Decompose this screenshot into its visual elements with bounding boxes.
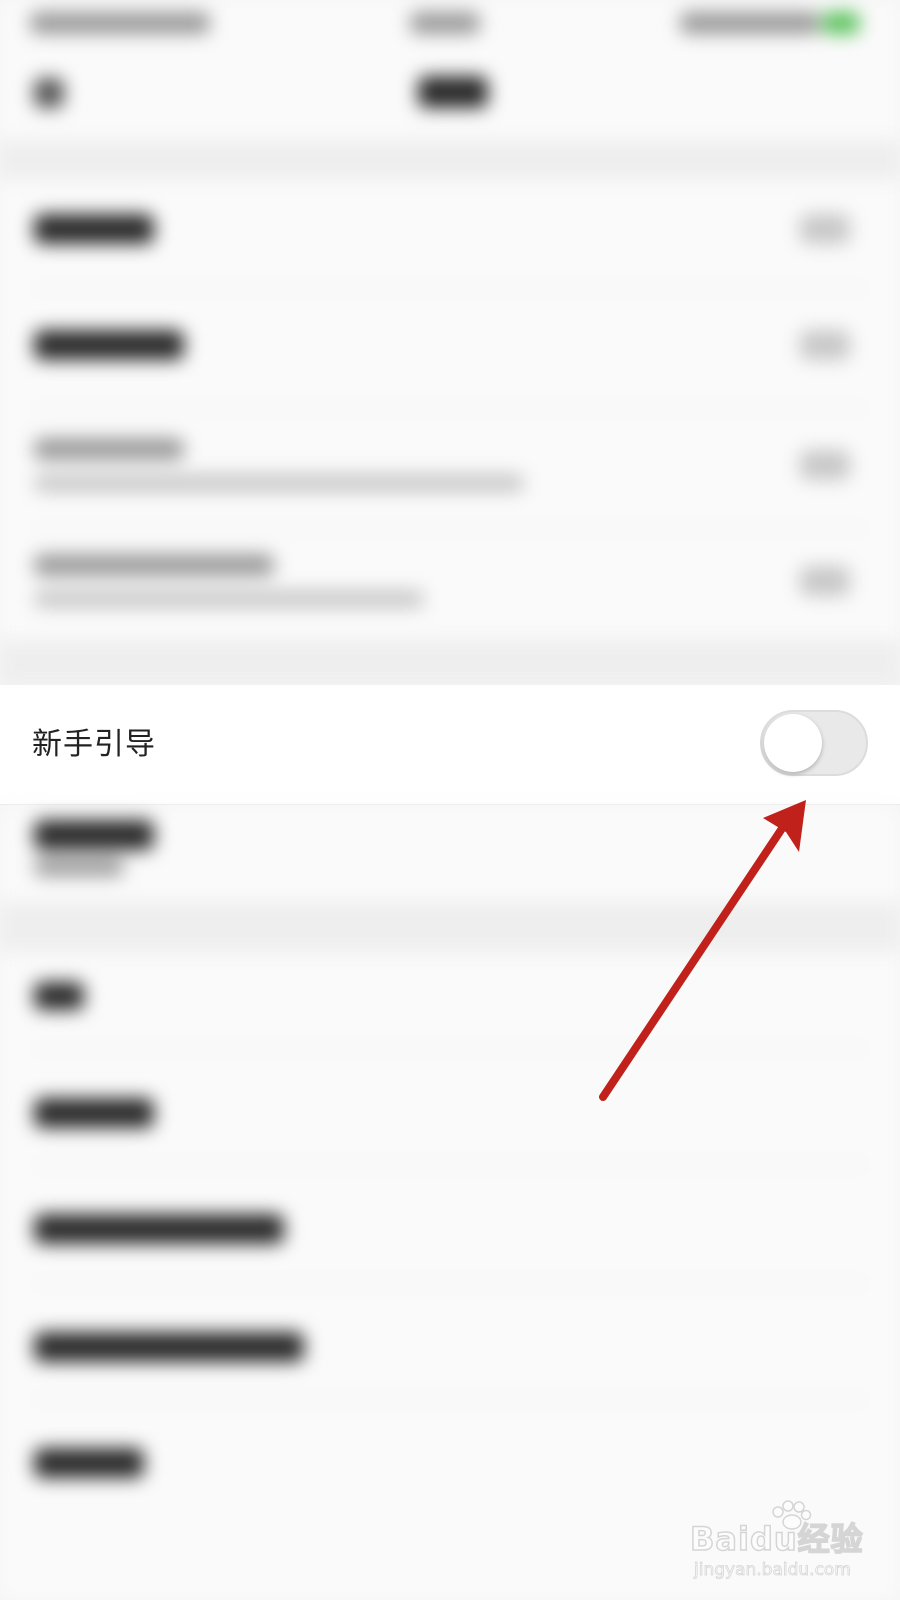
toggle-knob [764, 714, 822, 772]
baidu-watermark: Baidu经验 jingyan.baidu.com [689, 1500, 870, 1590]
blurred-settings-bottom [0, 806, 900, 1600]
blurred-settings-top [0, 0, 900, 685]
beginner-guide-toggle[interactable] [760, 710, 868, 776]
watermark-url: jingyan.baidu.com [694, 1560, 852, 1581]
beginner-guide-label: 新手引导 [32, 727, 156, 762]
status-bar [0, 0, 900, 48]
settings-row-beginner-guide: 新手引导 [0, 685, 900, 805]
watermark-logo-text: Baidu经验 [689, 1519, 864, 1559]
back-arrow-icon[interactable] [34, 78, 64, 108]
